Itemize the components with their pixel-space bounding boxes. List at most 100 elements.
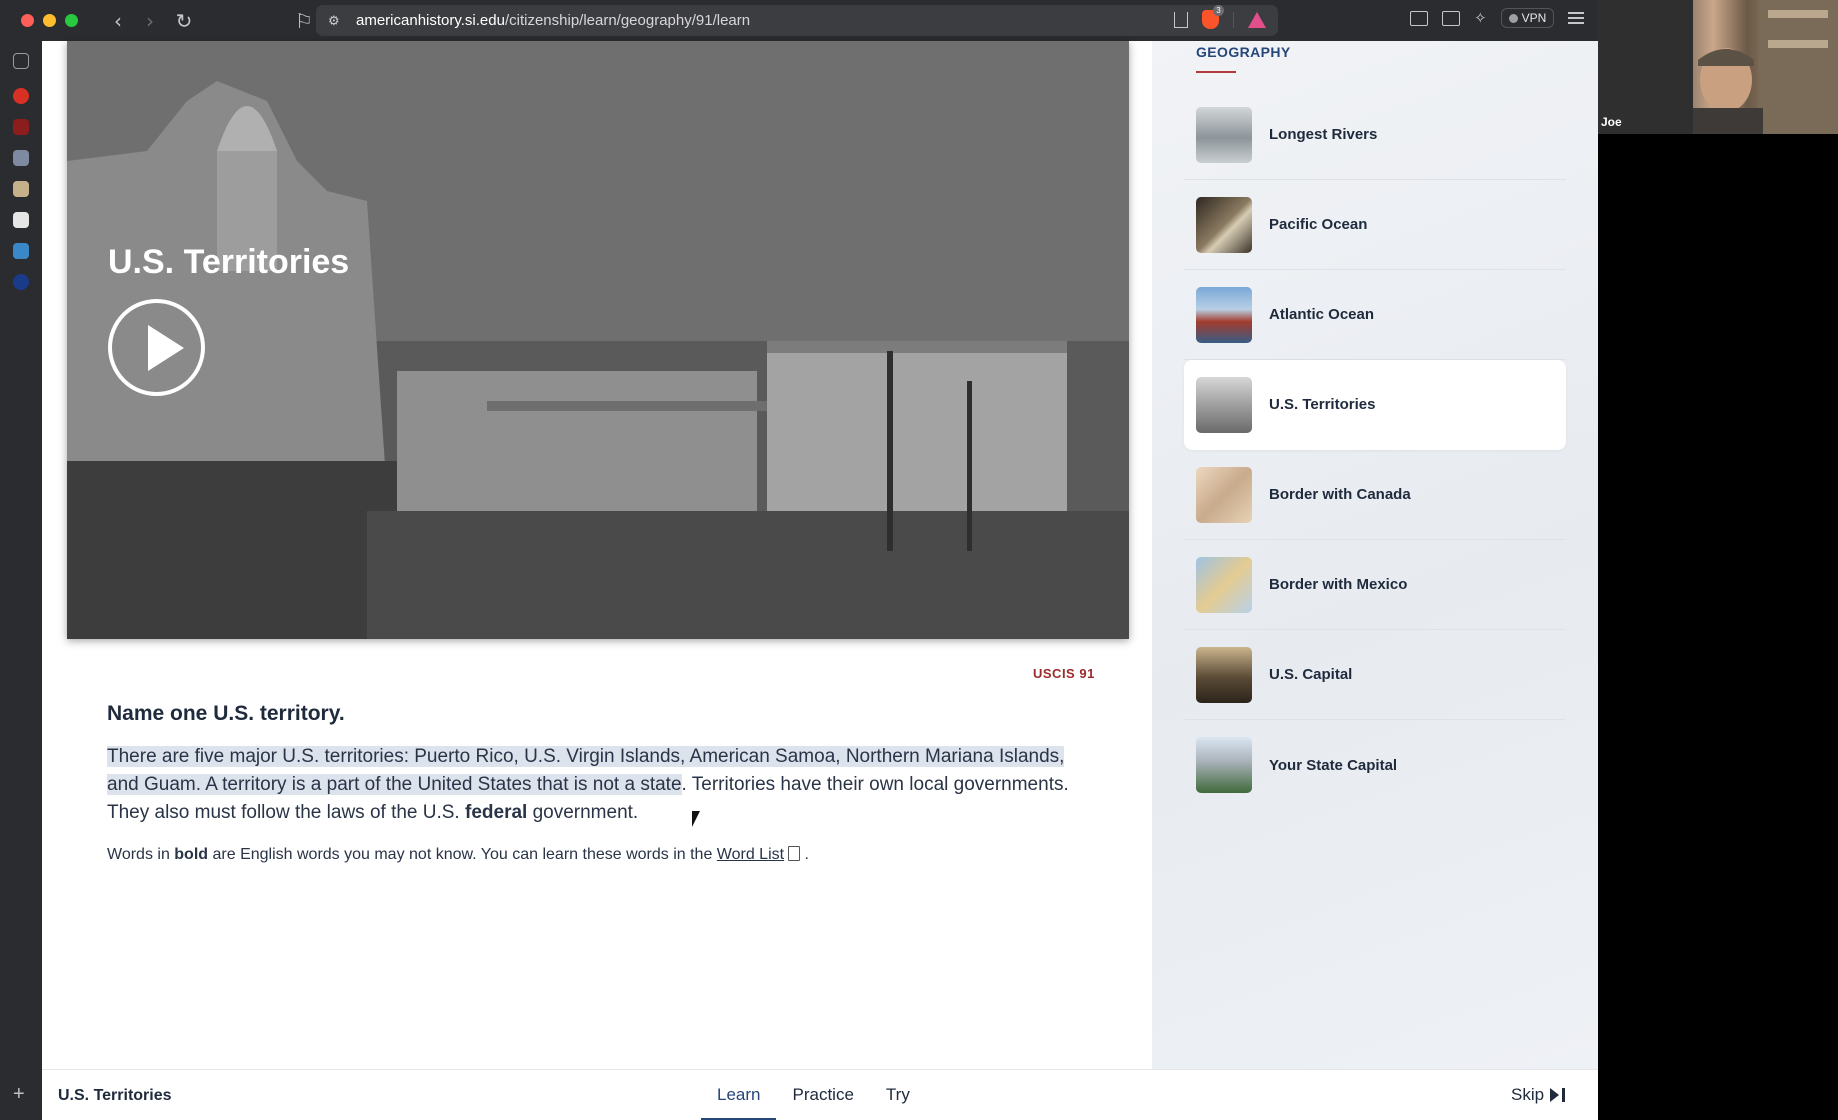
- topic-label: Longest Rivers: [1269, 126, 1378, 143]
- topic-thumbnail: [1196, 737, 1252, 793]
- topic-border-with-mexico[interactable]: Border with Mexico: [1184, 540, 1566, 630]
- question-heading: Name one U.S. territory.: [107, 702, 345, 725]
- lii-tab-icon[interactable]: [13, 119, 29, 135]
- video-thumbnail-image: [67, 41, 1129, 639]
- wallet-icon[interactable]: [1442, 10, 1460, 26]
- tab-try[interactable]: Try: [870, 1070, 926, 1120]
- tab-learn[interactable]: Learn: [701, 1070, 777, 1120]
- note-bold: bold: [174, 846, 209, 863]
- topic-label: Border with Mexico: [1269, 576, 1408, 593]
- vertical-tabs-sidebar: +: [0, 41, 42, 1120]
- photo-tab-icon[interactable]: [13, 181, 29, 197]
- window-controls: [21, 14, 78, 27]
- webcam-video: [1598, 0, 1838, 134]
- notion-tab-icon[interactable]: [13, 274, 29, 290]
- tab-practice[interactable]: Practice: [776, 1070, 869, 1120]
- topic-us-capital[interactable]: U.S. Capital: [1184, 630, 1566, 720]
- share-icon[interactable]: [1174, 11, 1188, 28]
- skip-button[interactable]: Skip: [1511, 1085, 1566, 1105]
- title-underline: [1196, 71, 1236, 73]
- leo-ai-icon[interactable]: ✧: [1474, 9, 1487, 27]
- forward-icon[interactable]: ›: [136, 9, 164, 33]
- vpn-status-icon: [1508, 13, 1518, 23]
- pdf-icon[interactable]: [788, 846, 801, 861]
- web-tab-icon[interactable]: [13, 243, 29, 259]
- skip-icon: [1550, 1088, 1560, 1102]
- uscis-label: USCIS 91: [1033, 666, 1095, 681]
- play-button[interactable]: [108, 299, 205, 396]
- word-list-link[interactable]: Word List: [717, 846, 784, 863]
- topic-thumbnail: [1196, 376, 1252, 433]
- topic-atlantic-ocean[interactable]: Atlantic Ocean: [1184, 270, 1566, 360]
- video-title: U.S. Territories: [108, 243, 350, 281]
- topic-longest-rivers[interactable]: Longest Rivers: [1184, 90, 1566, 180]
- gmail-tab-icon[interactable]: [13, 88, 29, 104]
- note-prefix: Words in: [107, 846, 175, 863]
- address-bar[interactable]: ⚙ americanhistory.si.edu/citizenship/lea…: [316, 5, 1278, 36]
- url-host: americanhistory.si.edu: [356, 12, 505, 29]
- bold-vocab-word: federal: [465, 802, 528, 823]
- browser-toolbar: ‹ › ↻ ⚐ ⚙ americanhistory.si.edu/citizen…: [0, 0, 1598, 41]
- divider: [1233, 11, 1234, 28]
- note-suffix: .: [800, 846, 809, 863]
- sidebar-panel-icon[interactable]: [13, 53, 29, 69]
- url-path: /citizenship/learn/geography/91/learn: [504, 12, 751, 29]
- topic-thumbnail: [1196, 466, 1252, 523]
- skip-icon-bar: [1562, 1088, 1566, 1102]
- participant-name: Joe: [1601, 115, 1622, 129]
- site-info-icon[interactable]: ⚙: [328, 13, 346, 29]
- vpn-label: VPN: [1521, 11, 1547, 25]
- web-page: U.S. Territories USCIS 91 Name one U.S. …: [42, 41, 1598, 1120]
- video-player[interactable]: U.S. Territories: [67, 41, 1129, 639]
- url-text[interactable]: americanhistory.si.edu/citizenship/learn…: [356, 12, 750, 29]
- close-window-button[interactable]: [21, 14, 34, 27]
- webcam-overlay: Joe: [1598, 0, 1838, 134]
- topic-sidebar: GEOGRAPHY Longest Rivers Pacific Ocean A…: [1152, 41, 1598, 1069]
- topic-thumbnail: [1196, 556, 1252, 613]
- mouse-cursor: [692, 811, 700, 827]
- bookmark-icon[interactable]: ⚐: [290, 9, 318, 33]
- topic-pacific-ocean[interactable]: Pacific Ocean: [1184, 180, 1566, 270]
- reload-icon[interactable]: ↻: [170, 9, 198, 33]
- shields-count-badge: 3: [1213, 5, 1224, 16]
- topic-list: Longest Rivers Pacific Ocean Atlantic Oc…: [1184, 90, 1566, 810]
- answer-ending: government.: [527, 802, 639, 823]
- browser-window: ‹ › ↻ ⚐ ⚙ americanhistory.si.edu/citizen…: [0, 0, 1598, 1120]
- browser-tools: ✧ VPN: [1410, 8, 1585, 28]
- topic-thumbnail: [1196, 106, 1252, 163]
- sidebar-toggle-icon[interactable]: [1410, 10, 1428, 26]
- skip-label: Skip: [1511, 1085, 1545, 1104]
- back-icon[interactable]: ‹: [104, 9, 132, 33]
- lesson-tabs: Learn Practice Try: [701, 1070, 926, 1120]
- address-bar-actions: 3: [1174, 5, 1266, 29]
- topic-your-state-capital[interactable]: Your State Capital: [1184, 720, 1566, 810]
- lesson-title: U.S. Territories: [58, 1087, 172, 1104]
- menu-icon[interactable]: [1568, 12, 1585, 24]
- topic-thumbnail: [1196, 646, 1252, 703]
- minimize-window-button[interactable]: [43, 14, 56, 27]
- sidebar-title: GEOGRAPHY: [1196, 44, 1291, 60]
- topic-label: Atlantic Ocean: [1269, 306, 1375, 323]
- screen: ‹ › ↻ ⚐ ⚙ americanhistory.si.edu/citizen…: [0, 0, 1838, 1120]
- topic-border-with-canada[interactable]: Border with Canada: [1184, 450, 1566, 540]
- lesson-main: U.S. Territories USCIS 91 Name one U.S. …: [42, 41, 1152, 1069]
- topic-thumbnail: [1196, 286, 1252, 343]
- answer-text: There are five major U.S. territories: P…: [107, 743, 1097, 827]
- topic-us-territories[interactable]: U.S. Territories: [1184, 360, 1566, 450]
- vocab-note: Words in bold are English words you may …: [107, 846, 809, 864]
- topic-label: U.S. Capital: [1269, 666, 1353, 683]
- topic-label: Border with Canada: [1269, 486, 1411, 503]
- topic-label: U.S. Territories: [1269, 396, 1376, 413]
- topic-label: Your State Capital: [1269, 756, 1398, 774]
- brave-shields-icon[interactable]: 3: [1202, 5, 1224, 29]
- topic-thumbnail: [1196, 196, 1252, 253]
- lesson-bottom-bar: U.S. Territories Learn Practice Try Skip: [42, 1069, 1598, 1120]
- zoom-window-button[interactable]: [65, 14, 78, 27]
- doc-tab-icon[interactable]: [13, 212, 29, 228]
- note-middle: are English words you may not know. You …: [208, 846, 717, 863]
- topic-label: Pacific Ocean: [1269, 216, 1368, 233]
- vpn-button[interactable]: VPN: [1500, 8, 1555, 28]
- pocket-tab-icon[interactable]: [13, 150, 29, 166]
- new-tab-icon[interactable]: +: [13, 1083, 25, 1106]
- rewards-icon[interactable]: [1248, 11, 1266, 28]
